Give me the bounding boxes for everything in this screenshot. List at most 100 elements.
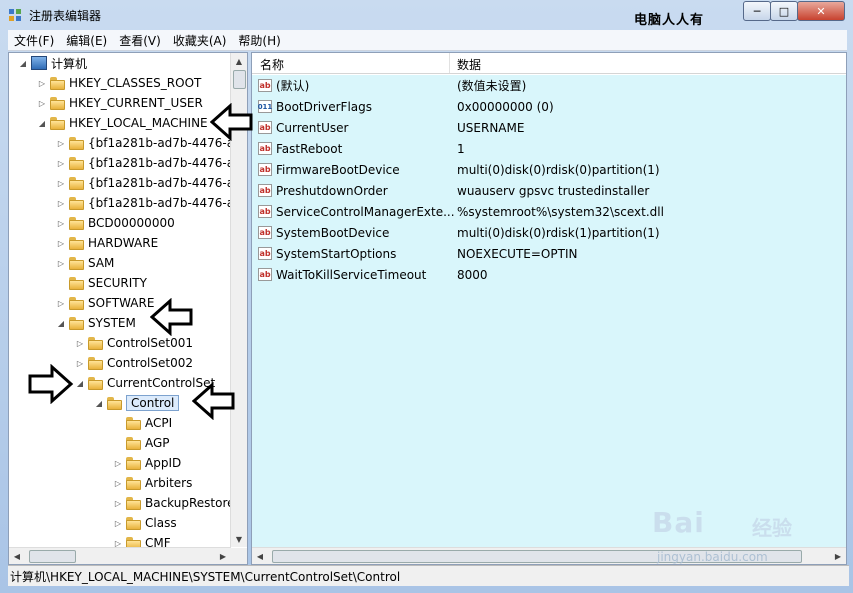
- list-header: 名称 数据: [252, 53, 846, 74]
- value-data: wuauserv gpsvc trustedinstaller: [457, 183, 650, 198]
- folder-icon: [69, 176, 84, 190]
- collapsed-icon[interactable]: ▷: [113, 458, 123, 468]
- maximize-button[interactable]: □: [770, 1, 798, 21]
- tree-item[interactable]: ▷ BCD00000000: [56, 213, 175, 233]
- folder-icon: [69, 296, 84, 310]
- value-data: NOEXECUTE=OPTIN: [457, 246, 578, 261]
- reg-string-icon: ab: [258, 142, 272, 155]
- value-list-pane: 名称 数据 ab (默认) (数值未设置) 011 BootDriverFlags 0x0…: [251, 52, 847, 565]
- tree-item[interactable]: ◢ SYSTEM: [56, 313, 136, 333]
- collapsed-icon[interactable]: ▷: [56, 218, 66, 228]
- tree-item-label: SECURITY: [88, 276, 147, 290]
- tree-item-label: CMF: [145, 536, 171, 547]
- value-row[interactable]: ab SystemBootDevice multi(0)disk(0)rdisk(1…: [252, 222, 846, 243]
- minimize-button[interactable]: ─: [743, 1, 771, 21]
- tree-item-label-selected: Control: [126, 395, 180, 411]
- value-row[interactable]: ab SystemStartOptions NOEXECUTE=OPTIN: [252, 243, 846, 264]
- collapsed-icon[interactable]: ▷: [113, 518, 123, 528]
- collapsed-icon[interactable]: ▷: [113, 538, 123, 548]
- tree-item[interactable]: ▷ ControlSet001: [75, 333, 193, 353]
- collapsed-icon[interactable]: ▷: [56, 178, 66, 188]
- collapsed-icon[interactable]: ▷: [56, 138, 66, 148]
- folder-icon: [88, 376, 103, 390]
- annotation-arrow-left-icon: [210, 103, 253, 141]
- collapsed-icon[interactable]: ▷: [56, 158, 66, 168]
- scroll-down-arrow-icon[interactable]: ▼: [231, 531, 247, 547]
- tree-item[interactable]: ▷ SAM: [56, 253, 114, 273]
- folder-icon: [126, 416, 141, 430]
- expanded-icon[interactable]: ◢: [37, 118, 47, 128]
- menu-view[interactable]: 查看(V): [113, 32, 167, 49]
- collapsed-icon[interactable]: ▷: [56, 198, 66, 208]
- tree-item[interactable]: ▷ {bf1a281b-ad7b-4476-a: [56, 153, 231, 173]
- collapsed-icon[interactable]: ▷: [113, 478, 123, 488]
- column-divider[interactable]: [449, 53, 450, 73]
- value-row[interactable]: ab (默认) (数值未设置): [252, 75, 846, 96]
- tree-item[interactable]: SECURITY: [56, 273, 147, 293]
- tree-item[interactable]: ◢ HKEY_LOCAL_MACHINE: [37, 113, 208, 133]
- tree-item-label: BackupRestore: [145, 496, 231, 510]
- tree-item[interactable]: ▷ HARDWARE: [56, 233, 158, 253]
- value-row[interactable]: ab PreshutdownOrder wuauserv gpsvc trusted…: [252, 180, 846, 201]
- tree-item[interactable]: ◢ Control: [94, 393, 180, 413]
- value-name: PreshutdownOrder: [276, 183, 388, 198]
- collapsed-icon[interactable]: ▷: [37, 98, 47, 108]
- collapsed-icon[interactable]: ▷: [56, 258, 66, 268]
- scroll-left-arrow-icon[interactable]: ◀: [252, 548, 268, 564]
- collapsed-icon[interactable]: ▷: [75, 358, 85, 368]
- menu-edit[interactable]: 编辑(E): [60, 32, 113, 49]
- collapsed-icon[interactable]: ▷: [113, 498, 123, 508]
- window-title: 注册表编辑器: [29, 9, 102, 23]
- expanded-icon[interactable]: ◢: [18, 58, 28, 68]
- value-row[interactable]: ab WaitToKillServiceTimeout 8000: [252, 264, 846, 285]
- menu-file[interactable]: 文件(F): [8, 32, 60, 49]
- collapsed-icon[interactable]: ▷: [56, 238, 66, 248]
- tree-item[interactable]: ▷ ControlSet002: [75, 353, 193, 373]
- tree-root-computer[interactable]: ◢ 计算机: [18, 53, 87, 73]
- value-data: 8000: [457, 267, 488, 282]
- expanded-icon[interactable]: ◢: [75, 378, 85, 388]
- folder-icon: [69, 256, 84, 270]
- value-row[interactable]: ab CurrentUser USERNAME: [252, 117, 846, 138]
- value-name: SystemBootDevice: [276, 225, 390, 240]
- reg-string-icon: ab: [258, 121, 272, 134]
- tree-item[interactable]: ▷ CMF: [113, 533, 171, 547]
- scroll-thumb[interactable]: [233, 70, 246, 89]
- tree-item[interactable]: ▷ AppID: [113, 453, 181, 473]
- tree-item[interactable]: ▷ BackupRestore: [113, 493, 231, 513]
- tree-item[interactable]: ▷ HKEY_CURRENT_USER: [37, 93, 203, 113]
- expanded-icon[interactable]: ◢: [56, 318, 66, 328]
- tree-item[interactable]: ▷ {bf1a281b-ad7b-4476-a: [56, 173, 231, 193]
- scroll-up-arrow-icon[interactable]: ▲: [231, 53, 247, 69]
- tree-item[interactable]: ▷ Class: [113, 513, 177, 533]
- value-row[interactable]: ab FirmwareBootDevice multi(0)disk(0)rdisk…: [252, 159, 846, 180]
- tree-item[interactable]: ACPI: [113, 413, 172, 433]
- tree-item[interactable]: ▷ SOFTWARE: [56, 293, 155, 313]
- close-button[interactable]: ✕: [797, 1, 845, 21]
- tree-item[interactable]: AGP: [113, 433, 170, 453]
- value-row[interactable]: ab ServiceControlManagerExte... %systemroo…: [252, 201, 846, 222]
- scroll-left-arrow-icon[interactable]: ◀: [9, 548, 25, 564]
- value-row[interactable]: ab FastReboot 1: [252, 138, 846, 159]
- tree-item[interactable]: ▷ {bf1a281b-ad7b-4476-a: [56, 193, 231, 213]
- tree-item[interactable]: ▷ HKEY_CLASSES_ROOT: [37, 73, 201, 93]
- collapsed-icon[interactable]: ▷: [56, 298, 66, 308]
- menu-bar: 文件(F) 编辑(E) 查看(V) 收藏夹(A) 帮助(H): [8, 30, 847, 51]
- tree-item-label: ControlSet001: [107, 336, 193, 350]
- menu-help[interactable]: 帮助(H): [232, 32, 286, 49]
- value-row[interactable]: 011 BootDriverFlags 0x00000000 (0): [252, 96, 846, 117]
- tree-horizontal-scrollbar[interactable]: ◀ ▶: [9, 547, 231, 564]
- reg-string-icon: ab: [258, 268, 272, 281]
- expanded-icon[interactable]: ◢: [94, 398, 104, 408]
- collapsed-icon[interactable]: ▷: [75, 338, 85, 348]
- menu-favorites[interactable]: 收藏夹(A): [167, 32, 233, 49]
- column-header-data[interactable]: 数据: [457, 56, 481, 73]
- column-header-name[interactable]: 名称: [260, 56, 284, 73]
- tree-item[interactable]: ▷ {bf1a281b-ad7b-4476-a: [56, 133, 231, 153]
- scroll-thumb[interactable]: [29, 550, 76, 563]
- tree-item[interactable]: ▷ Arbiters: [113, 473, 192, 493]
- collapsed-icon[interactable]: ▷: [37, 78, 47, 88]
- title-bar[interactable]: 注册表编辑器 电脑人人有 ─ □ ✕: [0, 0, 853, 30]
- value-data: 0x00000000 (0): [457, 99, 554, 114]
- scroll-right-arrow-icon[interactable]: ▶: [215, 548, 231, 564]
